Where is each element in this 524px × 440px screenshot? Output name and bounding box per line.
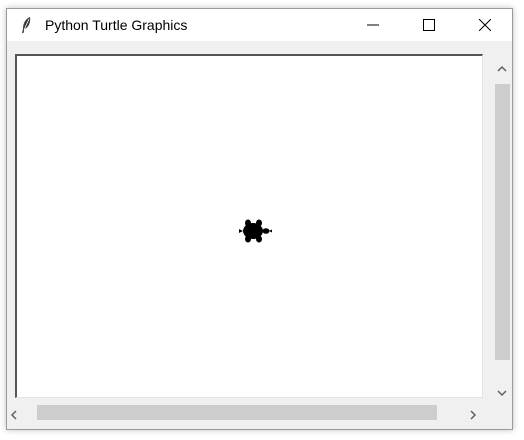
turtle-canvas[interactable]: [15, 54, 483, 398]
turtle-window: Python Turtle Graphics: [6, 8, 513, 430]
chevron-right-icon[interactable]: [469, 407, 477, 425]
chevron-left-icon[interactable]: [10, 407, 18, 425]
feather-icon: [19, 16, 35, 34]
turtle-icon: [238, 218, 272, 249]
close-button[interactable]: [462, 9, 508, 41]
chevron-down-icon[interactable]: [497, 384, 507, 402]
horizontal-scrollbar[interactable]: [7, 402, 491, 422]
chevron-up-icon[interactable]: [497, 60, 507, 78]
minimize-button[interactable]: [350, 9, 396, 41]
horizontal-scroll-thumb[interactable]: [37, 405, 437, 420]
window-title: Python Turtle Graphics: [45, 17, 188, 33]
title-bar[interactable]: Python Turtle Graphics: [7, 9, 512, 41]
maximize-button[interactable]: [406, 9, 452, 41]
vertical-scroll-thumb[interactable]: [495, 84, 510, 360]
vertical-scrollbar[interactable]: [492, 54, 512, 399]
